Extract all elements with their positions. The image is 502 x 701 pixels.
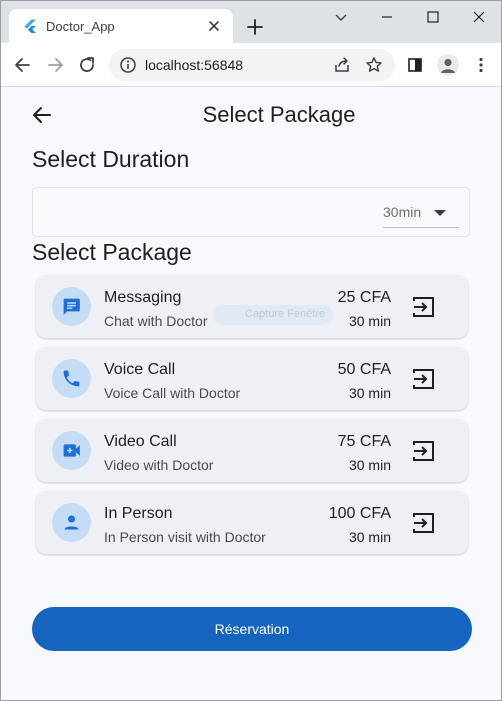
package-card-in-person[interactable]: In Person In Person visit with Doctor 10… <box>36 491 468 554</box>
overlay-text: Capture Fenêtre <box>245 308 326 320</box>
page-title: Select Package <box>202 102 356 127</box>
plus-icon[interactable] <box>245 17 265 37</box>
maximize-icon[interactable] <box>423 7 443 27</box>
package-price: 100 CFA <box>328 505 391 522</box>
package-price: 50 CFA <box>337 361 391 378</box>
share-icon[interactable] <box>333 56 351 74</box>
profile-icon[interactable] <box>437 54 459 76</box>
minimize-icon[interactable] <box>377 7 397 27</box>
duration-field: 30min <box>32 187 470 237</box>
package-name: In Person <box>104 505 173 522</box>
package-name: Video Call <box>104 433 177 450</box>
package-description: Video with Doctor <box>104 457 214 473</box>
browser-toolbar: localhost:56848 <box>1 43 501 87</box>
more-vert-icon[interactable] <box>471 55 491 75</box>
flutter-favicon-icon <box>24 19 36 33</box>
package-icon-container <box>52 287 91 326</box>
duration-value: 30min <box>383 204 422 220</box>
input-icon[interactable] <box>411 510 437 536</box>
package-duration: 30 min <box>348 313 391 329</box>
package-name: Messaging <box>104 289 182 306</box>
package-icon-container <box>52 503 91 542</box>
star-icon[interactable] <box>365 56 383 74</box>
app-content: Select Package Select Duration 30min Sel… <box>1 88 501 700</box>
package-price: 25 CFA <box>337 289 391 306</box>
back-icon[interactable] <box>13 55 33 75</box>
video-call-icon <box>63 444 80 457</box>
package-heading: Select Package <box>32 239 192 265</box>
package-description: In Person visit with Doctor <box>104 529 266 545</box>
package-card-video-call[interactable]: Video Call Video with Doctor 75 CFA 30 m… <box>36 419 468 482</box>
package-description: Chat with Doctor <box>104 313 208 329</box>
package-description: Voice Call with Doctor <box>104 385 241 401</box>
info-icon[interactable] <box>119 56 137 74</box>
reservation-button[interactable]: Réservation <box>32 607 472 651</box>
phone-icon <box>63 370 80 387</box>
duration-dropdown[interactable]: 30min <box>383 198 459 228</box>
package-icon-container <box>52 431 91 470</box>
person-icon <box>64 515 79 530</box>
url-text[interactable]: localhost:56848 <box>145 57 243 73</box>
close-icon[interactable] <box>205 17 223 35</box>
tab-strip: Doctor_App <box>1 1 501 43</box>
chevron-down-icon[interactable] <box>331 7 351 27</box>
close-window-icon[interactable] <box>469 7 489 27</box>
package-duration: 30 min <box>348 529 391 545</box>
duration-heading: Select Duration <box>32 146 190 172</box>
package-name: Voice Call <box>104 361 176 378</box>
input-icon[interactable] <box>411 366 437 392</box>
message-icon <box>63 298 80 315</box>
package-duration: 30 min <box>348 457 391 473</box>
side-panel-icon[interactable] <box>405 55 425 75</box>
browser-window: Doctor_App localhost:56848 Select Packag… <box>0 0 502 701</box>
capture-window-overlay: Capture Fenêtre <box>213 305 333 325</box>
arrow-drop-down-icon <box>434 210 446 216</box>
reload-icon[interactable] <box>77 55 97 75</box>
forward-icon[interactable] <box>45 55 65 75</box>
package-icon-container <box>52 359 91 398</box>
tab-title: Doctor_App <box>46 19 115 34</box>
package-card-voice-call[interactable]: Voice Call Voice Call with Doctor 50 CFA… <box>36 347 468 410</box>
package-price: 75 CFA <box>337 433 391 450</box>
input-icon[interactable] <box>411 438 437 464</box>
input-icon[interactable] <box>411 294 437 320</box>
browser-tab[interactable]: Doctor_App <box>9 9 233 43</box>
package-duration: 30 min <box>348 385 391 401</box>
address-bar[interactable]: localhost:56848 <box>109 49 395 81</box>
